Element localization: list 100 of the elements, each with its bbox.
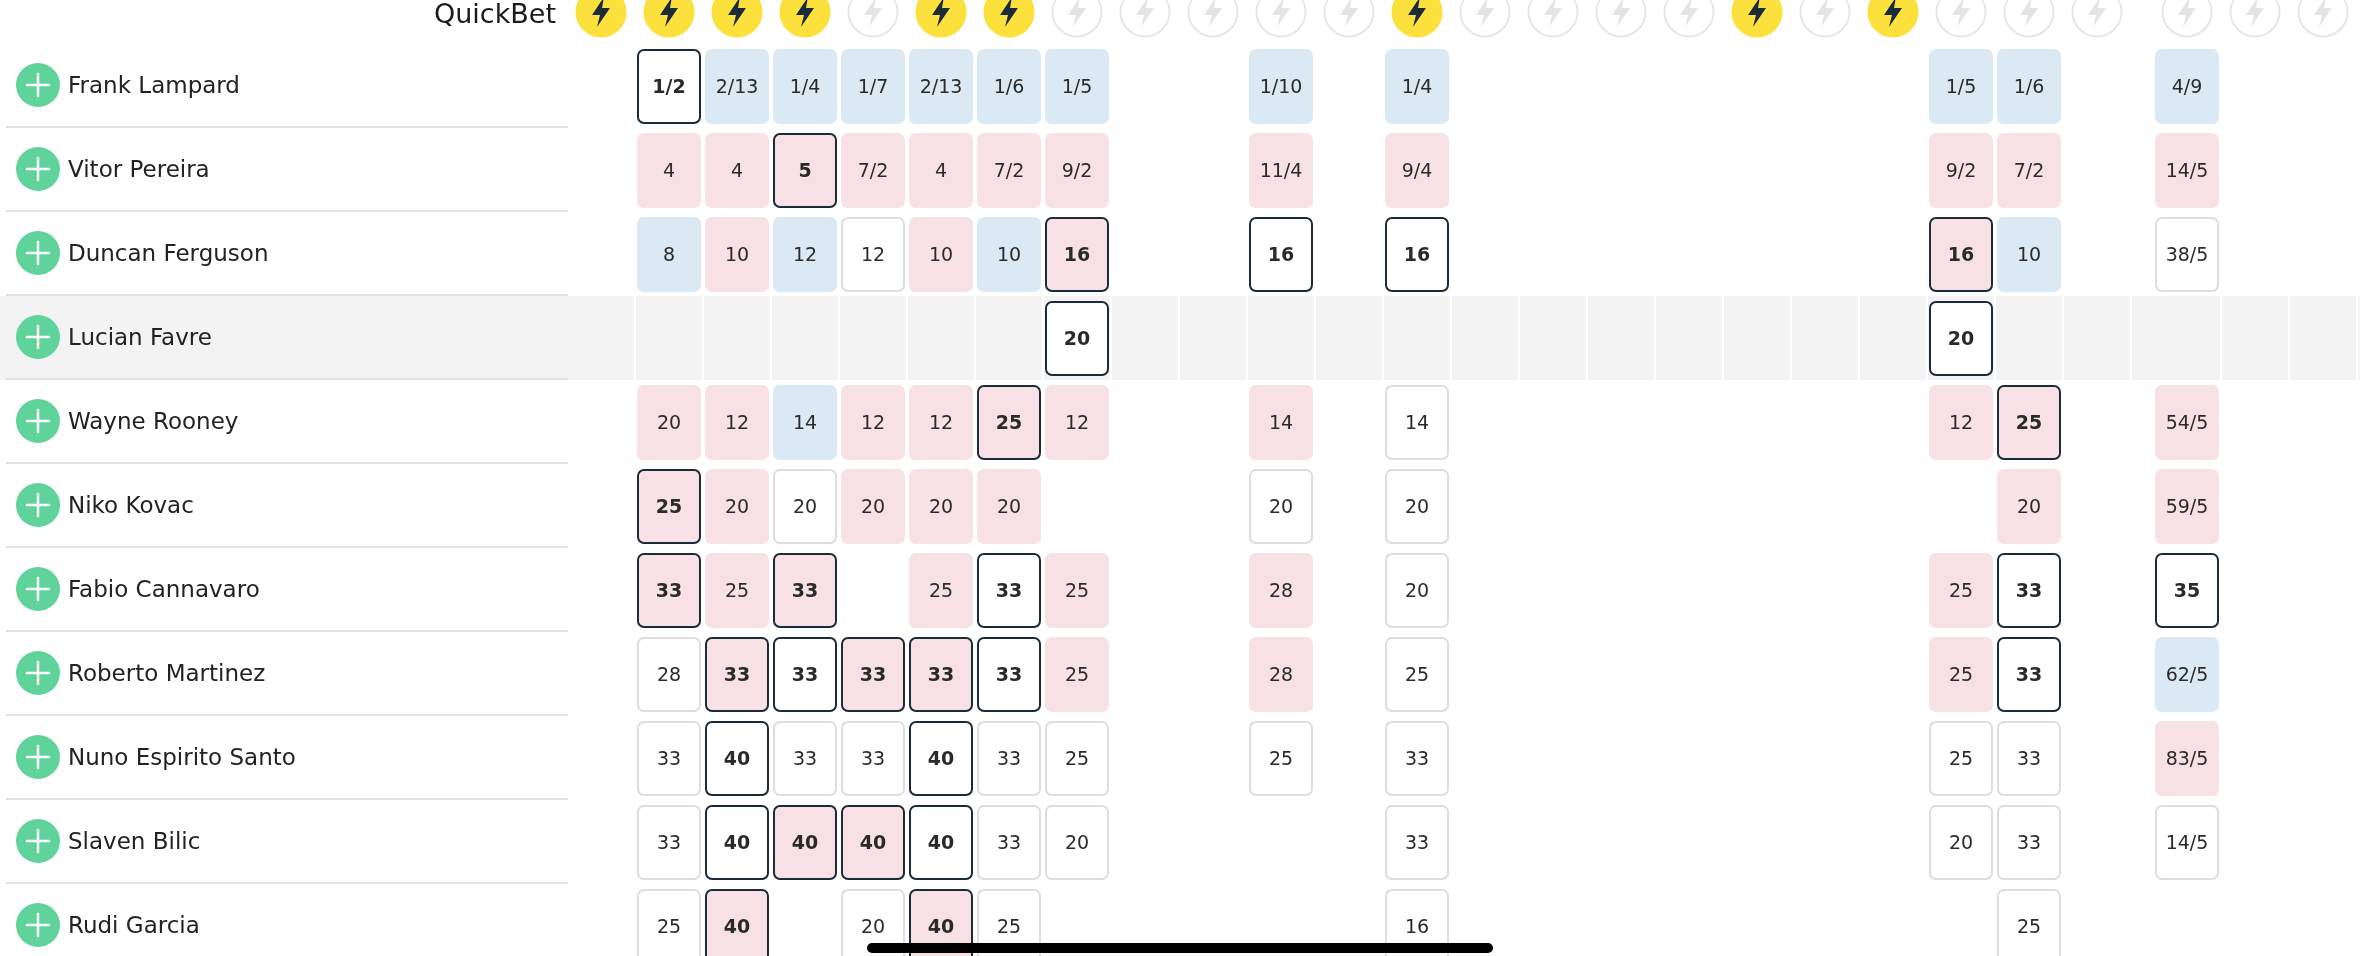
odds-button[interactable]: 25 <box>909 552 973 628</box>
odds-button[interactable]: 4 <box>637 132 701 208</box>
add-button[interactable] <box>16 819 60 863</box>
odds-button[interactable]: 12 <box>841 384 905 460</box>
odds-button[interactable]: 10 <box>705 216 769 292</box>
odds-button[interactable]: 10 <box>909 216 973 292</box>
odds-button[interactable]: 40 <box>909 804 973 880</box>
odds-button[interactable]: 16 <box>1249 216 1313 292</box>
odds-button[interactable]: 33 <box>977 552 1041 628</box>
odds-button[interactable]: 20 <box>705 468 769 544</box>
odds-button[interactable]: 7/2 <box>841 132 905 208</box>
odds-button[interactable]: 33 <box>773 636 837 712</box>
odds-button[interactable]: 40 <box>705 888 769 956</box>
add-button[interactable] <box>16 63 60 107</box>
add-button[interactable] <box>16 147 60 191</box>
odds-button[interactable]: 14/5 <box>2155 132 2219 208</box>
odds-button[interactable]: 33 <box>1385 720 1449 796</box>
odds-button[interactable]: 54/5 <box>2155 384 2219 460</box>
odds-button[interactable]: 25 <box>1385 636 1449 712</box>
odds-button[interactable]: 16 <box>1929 216 1993 292</box>
odds-button[interactable]: 33 <box>773 552 837 628</box>
odds-button[interactable]: 25 <box>1249 720 1313 796</box>
odds-button[interactable]: 8 <box>637 216 701 292</box>
add-button[interactable] <box>16 567 60 611</box>
odds-button[interactable]: 10 <box>1997 216 2061 292</box>
odds-button[interactable]: 33 <box>977 720 1041 796</box>
odds-button[interactable]: 7/2 <box>977 132 1041 208</box>
add-button[interactable] <box>16 231 60 275</box>
odds-button[interactable]: 1/6 <box>977 48 1041 124</box>
odds-button[interactable]: 9/4 <box>1385 132 1449 208</box>
odds-button[interactable]: 12 <box>909 384 973 460</box>
odds-button[interactable]: 1/2 <box>637 48 701 124</box>
odds-button[interactable]: 7/2 <box>1997 132 2061 208</box>
odds-button[interactable]: 25 <box>1045 552 1109 628</box>
odds-button[interactable]: 1/10 <box>1249 48 1313 124</box>
odds-button[interactable]: 9/2 <box>1045 132 1109 208</box>
odds-button[interactable]: 11/4 <box>1249 132 1313 208</box>
odds-button[interactable]: 33 <box>977 636 1041 712</box>
odds-button[interactable]: 40 <box>705 720 769 796</box>
odds-button[interactable]: 20 <box>1385 552 1449 628</box>
odds-button[interactable]: 20 <box>841 888 905 956</box>
odds-button[interactable]: 25 <box>977 384 1041 460</box>
odds-button[interactable]: 38/5 <box>2155 216 2219 292</box>
add-button[interactable] <box>16 903 60 947</box>
odds-button[interactable]: 1/4 <box>773 48 837 124</box>
odds-button[interactable]: 33 <box>1997 552 2061 628</box>
odds-button[interactable]: 5 <box>773 132 837 208</box>
odds-button[interactable]: 12 <box>1929 384 1993 460</box>
odds-button[interactable]: 25 <box>1929 720 1993 796</box>
odds-button[interactable]: 12 <box>1045 384 1109 460</box>
add-button[interactable] <box>16 651 60 695</box>
odds-button[interactable]: 16 <box>1385 216 1449 292</box>
odds-button[interactable]: 4 <box>909 132 973 208</box>
odds-button[interactable]: 1/4 <box>1385 48 1449 124</box>
add-button[interactable] <box>16 483 60 527</box>
odds-button[interactable]: 28 <box>637 636 701 712</box>
odds-button[interactable]: 20 <box>1385 468 1449 544</box>
odds-button[interactable]: 20 <box>773 468 837 544</box>
odds-button[interactable]: 83/5 <box>2155 720 2219 796</box>
odds-button[interactable]: 33 <box>1997 720 2061 796</box>
add-button[interactable] <box>16 315 60 359</box>
odds-button[interactable]: 33 <box>637 552 701 628</box>
odds-button[interactable]: 28 <box>1249 636 1313 712</box>
odds-button[interactable]: 14/5 <box>2155 804 2219 880</box>
odds-button[interactable]: 20 <box>1249 468 1313 544</box>
odds-button[interactable]: 1/5 <box>1929 48 1993 124</box>
odds-button[interactable]: 2/13 <box>909 48 973 124</box>
odds-button[interactable]: 33 <box>637 720 701 796</box>
odds-button[interactable]: 33 <box>909 636 973 712</box>
odds-button[interactable]: 14 <box>1385 384 1449 460</box>
odds-button[interactable]: 33 <box>637 804 701 880</box>
odds-button[interactable]: 20 <box>909 468 973 544</box>
odds-button[interactable]: 35 <box>2155 552 2219 628</box>
odds-button[interactable]: 25 <box>705 552 769 628</box>
odds-button[interactable]: 4/9 <box>2155 48 2219 124</box>
odds-button[interactable]: 25 <box>1045 636 1109 712</box>
odds-button[interactable]: 25 <box>1997 888 2061 956</box>
add-button[interactable] <box>16 735 60 779</box>
odds-button[interactable]: 4 <box>705 132 769 208</box>
odds-button[interactable]: 2/13 <box>705 48 769 124</box>
odds-button[interactable]: 33 <box>1997 804 2061 880</box>
odds-button[interactable]: 20 <box>1997 468 2061 544</box>
odds-button[interactable]: 59/5 <box>2155 468 2219 544</box>
odds-button[interactable]: 28 <box>1249 552 1313 628</box>
odds-button[interactable]: 25 <box>1929 636 1993 712</box>
odds-button[interactable]: 33 <box>705 636 769 712</box>
odds-button[interactable]: 20 <box>1929 300 1993 376</box>
odds-button[interactable]: 40 <box>909 720 973 796</box>
odds-button[interactable]: 33 <box>841 720 905 796</box>
odds-button[interactable]: 40 <box>841 804 905 880</box>
odds-button[interactable]: 25 <box>1045 720 1109 796</box>
odds-button[interactable]: 1/6 <box>1997 48 2061 124</box>
odds-button[interactable]: 10 <box>977 216 1041 292</box>
odds-button[interactable]: 12 <box>705 384 769 460</box>
odds-button[interactable]: 40 <box>705 804 769 880</box>
odds-button[interactable]: 1/5 <box>1045 48 1109 124</box>
odds-button[interactable]: 25 <box>637 468 701 544</box>
odds-button[interactable]: 20 <box>1045 300 1109 376</box>
odds-button[interactable]: 40 <box>773 804 837 880</box>
odds-button[interactable]: 9/2 <box>1929 132 1993 208</box>
